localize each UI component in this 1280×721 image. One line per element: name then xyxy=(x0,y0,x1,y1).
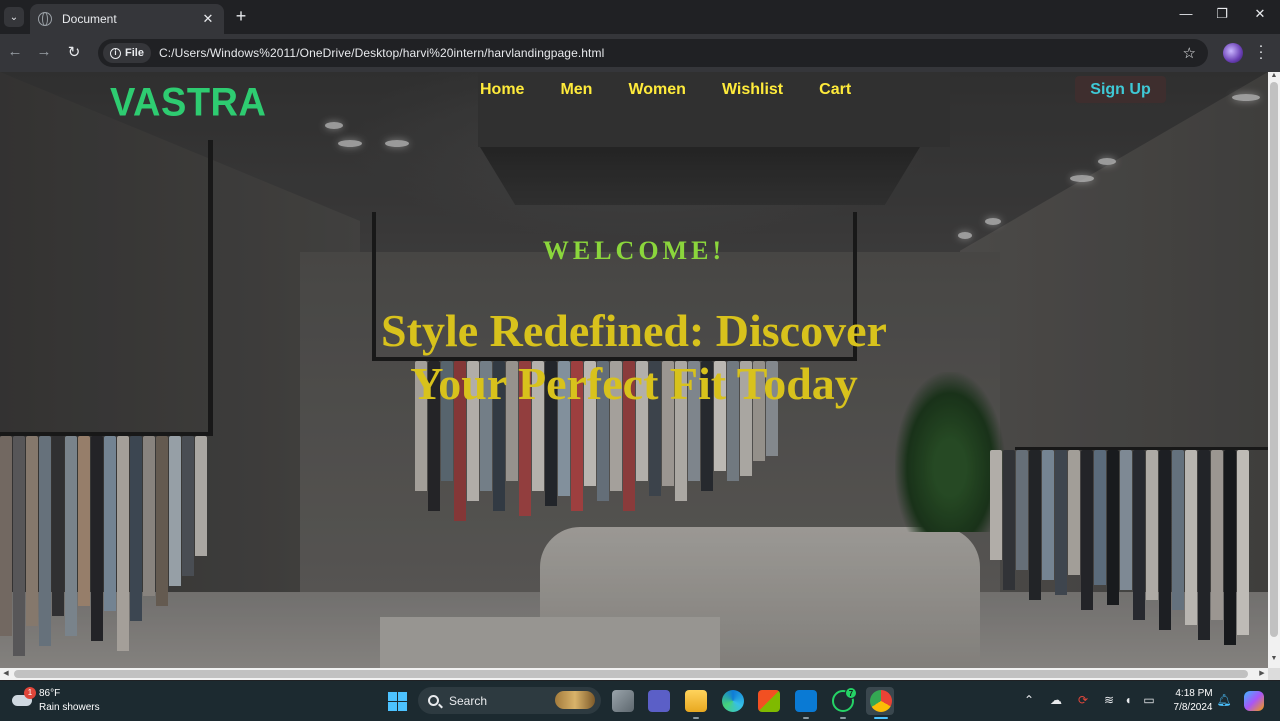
chevron-down-icon: ⌄ xyxy=(9,11,19,23)
tab-title: Document xyxy=(62,12,117,26)
welcome-heading: WELCOME! xyxy=(542,236,726,265)
close-window-button[interactable]: ✕ xyxy=(1250,6,1270,22)
plus-icon: + xyxy=(235,6,247,26)
arrow-left-icon: ← xyxy=(7,43,23,60)
whatsapp-running-indicator xyxy=(840,717,846,719)
globe-icon xyxy=(38,12,52,26)
weather-temperature[interactable]: 86°F xyxy=(39,688,60,699)
volume-icon[interactable]: ◖ xyxy=(1120,693,1136,707)
sign-up-button[interactable]: Sign Up xyxy=(1075,76,1166,103)
info-icon: i xyxy=(110,47,121,59)
main-nav: Home Men Women Wishlist Cart xyxy=(480,81,851,99)
windows-taskbar: 1 86°F Rain showers Search 7 ⌃ ☁ ⟳ ≋ ◖ ▭… xyxy=(0,681,1280,721)
taskbar-search-label: Search xyxy=(449,693,488,708)
maximize-button[interactable]: ❐ xyxy=(1212,6,1232,22)
store-icon[interactable] xyxy=(758,690,780,712)
forward-button[interactable]: → xyxy=(34,43,54,60)
clock-time[interactable]: 4:18 PM xyxy=(1174,688,1214,699)
reload-button[interactable]: ↻ xyxy=(64,43,84,61)
search-icon xyxy=(428,695,439,706)
chrome-active-indicator xyxy=(874,717,888,719)
horizontal-scroll-thumb[interactable] xyxy=(14,670,1248,678)
edge-icon[interactable] xyxy=(722,690,744,712)
nav-wishlist[interactable]: Wishlist xyxy=(722,81,783,99)
taskbar-search[interactable]: Search xyxy=(418,687,601,714)
weather-description[interactable]: Rain showers xyxy=(39,702,100,713)
page-viewport: VASTRA Home Men Women Wishlist Cart Sign… xyxy=(0,72,1268,668)
vscode-icon[interactable] xyxy=(795,690,817,712)
site-logo[interactable]: VASTRA xyxy=(110,81,266,126)
clock-date[interactable]: 7/8/2024 xyxy=(1168,702,1218,713)
tab-strip: ⌄ Document ✕ + — ❐ ✕ xyxy=(0,0,1280,34)
onedrive-cloud-icon[interactable]: ☁ xyxy=(1048,693,1064,707)
notification-bell-icon[interactable]: 🔔︎ xyxy=(1216,693,1232,707)
file-explorer-icon[interactable] xyxy=(685,690,707,712)
close-icon[interactable]: ✕ xyxy=(200,11,216,27)
teams-icon[interactable] xyxy=(648,690,670,712)
copilot-icon[interactable] xyxy=(1244,691,1264,711)
scrollbar-corner xyxy=(1268,668,1280,680)
scroll-up-icon[interactable]: ▲ xyxy=(1268,72,1280,79)
address-bar[interactable]: i File C:/Users/Windows%2011/OneDrive/De… xyxy=(98,39,1208,67)
url-text[interactable]: C:/Users/Windows%2011/OneDrive/Desktop/h… xyxy=(159,46,604,60)
vertical-scrollbar[interactable]: ▲ ▼ xyxy=(1268,72,1280,668)
task-view-icon[interactable] xyxy=(612,690,634,712)
vertical-scroll-thumb[interactable] xyxy=(1270,82,1278,637)
scroll-down-icon[interactable]: ▼ xyxy=(1268,655,1280,662)
weather-widget[interactable]: 1 xyxy=(12,687,36,706)
profile-avatar[interactable] xyxy=(1223,43,1243,63)
nav-women[interactable]: Women xyxy=(628,81,685,99)
whatsapp-badge: 7 xyxy=(845,687,857,699)
new-tab-button[interactable]: + xyxy=(232,6,250,27)
minimize-button[interactable]: — xyxy=(1176,6,1196,21)
windows-start-icon[interactable] xyxy=(388,692,407,711)
kebab-menu-icon[interactable]: · · · xyxy=(1256,38,1266,65)
arrow-right-icon: → xyxy=(36,43,52,60)
tab-document[interactable]: Document ✕ xyxy=(30,4,224,34)
wifi-icon[interactable]: ≋ xyxy=(1101,693,1117,707)
site-info-label: File xyxy=(125,47,144,59)
weather-badge: 1 xyxy=(24,687,36,699)
chrome-icon[interactable] xyxy=(870,690,892,712)
nav-men[interactable]: Men xyxy=(560,81,592,99)
scroll-left-icon[interactable]: ◀ xyxy=(0,668,12,680)
tab-search-button[interactable]: ⌄ xyxy=(4,7,24,27)
reload-icon: ↻ xyxy=(67,44,81,61)
browser-toolbar: ← → ↻ i File C:/Users/Windows%2011/OneDr… xyxy=(0,34,1280,72)
vscode-running-indicator xyxy=(803,717,809,719)
horizontal-scrollbar[interactable]: ◀ ▶ xyxy=(0,668,1268,680)
star-icon[interactable]: ☆ xyxy=(1183,44,1196,62)
chevron-up-icon[interactable]: ⌃ xyxy=(1021,693,1037,707)
hero-headline: Style Redefined: Discover Your Perfect F… xyxy=(381,305,887,409)
site-info-chip[interactable]: i File xyxy=(103,43,151,63)
file-explorer-running-indicator xyxy=(693,717,699,719)
battery-icon[interactable]: ▭ xyxy=(1141,693,1157,707)
nav-home[interactable]: Home xyxy=(480,81,524,99)
nav-cart[interactable]: Cart xyxy=(819,81,851,99)
search-highlight-image xyxy=(555,691,595,709)
sync-icon[interactable]: ⟳ xyxy=(1075,693,1091,707)
back-button[interactable]: ← xyxy=(5,43,25,60)
scroll-right-icon[interactable]: ▶ xyxy=(1256,668,1268,680)
